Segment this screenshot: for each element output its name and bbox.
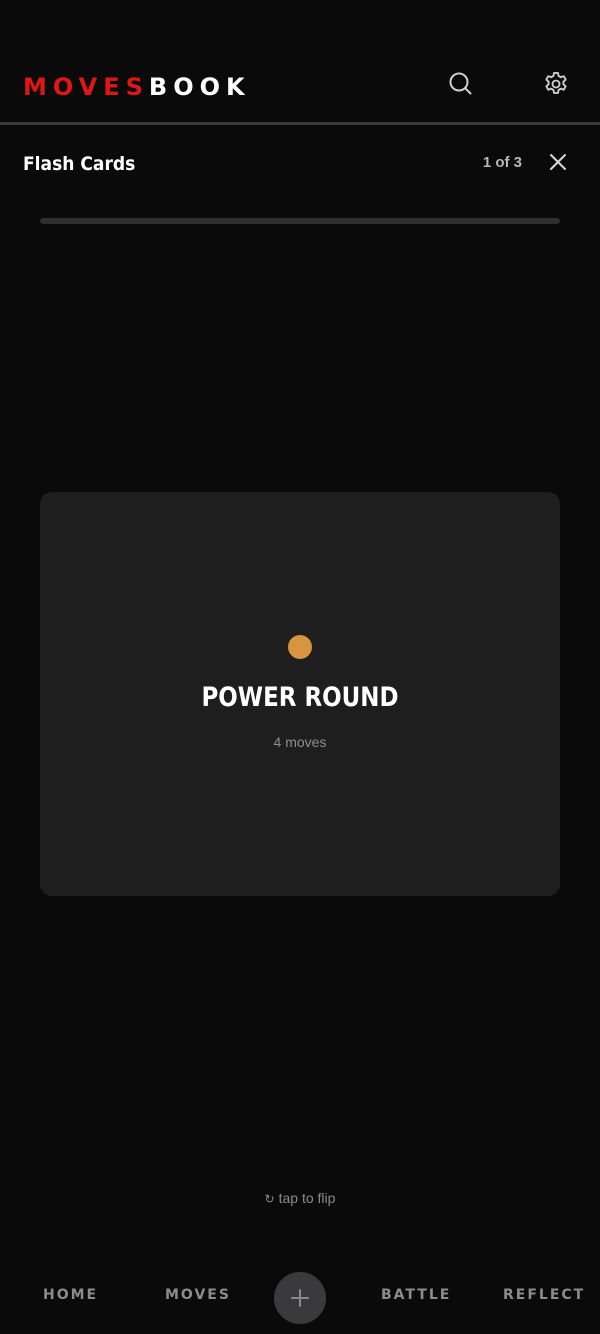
- page-title: Flash Cards: [23, 153, 136, 175]
- gear-icon: [545, 71, 567, 94]
- progress-bar: [40, 218, 560, 224]
- flash-card[interactable]: POWER ROUND 4 moves: [40, 492, 560, 896]
- close-icon: [550, 154, 566, 170]
- logo-moves: MOVES: [23, 73, 149, 101]
- search-button[interactable]: [445, 68, 477, 100]
- add-button[interactable]: [274, 1272, 326, 1324]
- flip-icon: ↻: [264, 1192, 275, 1206]
- app-logo: MOVESBOOK: [23, 72, 251, 102]
- logo-book: BOOK: [148, 73, 251, 101]
- flip-hint-text: tap to flip: [278, 1190, 336, 1206]
- flip-hint: ↻ tap to flip: [0, 1188, 600, 1209]
- card-title: POWER ROUND: [201, 682, 399, 713]
- nav-item-reflect[interactable]: REFLECT: [503, 1286, 585, 1304]
- close-button[interactable]: [544, 148, 572, 176]
- card-move-count: 4 moves: [273, 734, 327, 750]
- nav-item-moves[interactable]: MOVES: [165, 1286, 231, 1304]
- plus-icon: [291, 1289, 309, 1307]
- search-icon: [449, 72, 472, 95]
- app-header: MOVESBOOK: [0, 0, 600, 125]
- category-dot: [288, 635, 312, 659]
- settings-button[interactable]: [540, 68, 572, 100]
- card-counter: 1 of 3: [482, 154, 522, 171]
- nav-item-home[interactable]: HOME: [43, 1286, 98, 1304]
- nav-item-battle[interactable]: BATTLE: [381, 1286, 451, 1304]
- bottom-nav: HOME MOVES BATTLE REFLECT: [0, 1262, 600, 1334]
